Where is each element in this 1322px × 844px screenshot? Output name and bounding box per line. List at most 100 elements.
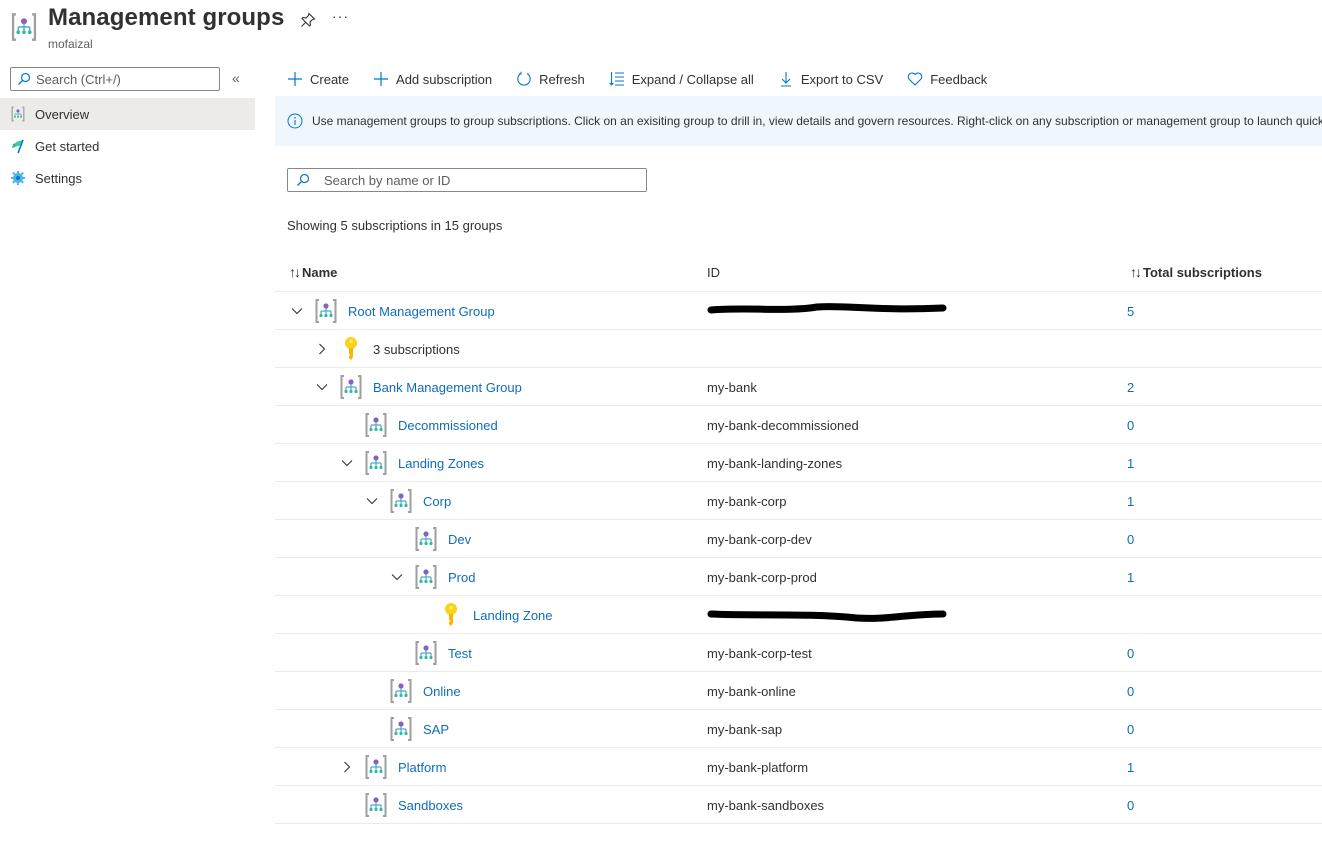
expand-collapse-button[interactable]: Expand / Collapse all [597,62,766,96]
table-header: ↑↓ Name ID ↑↓ Total subscriptions [275,252,1322,292]
table-row[interactable]: Sandboxes my-bank-sandboxes 0 [275,786,1322,824]
management-group-icon [414,640,438,666]
id-cell: my-bank-landing-zones [707,455,843,471]
name-link[interactable]: Sandboxes [398,798,463,813]
name-cell: Root Management Group [289,292,495,330]
sidebar-search-input[interactable] [36,71,216,87]
total-subscriptions-link[interactable]: 0 [1127,710,1134,748]
table-row[interactable]: Bank Management Group my-bank 2 [275,368,1322,406]
result-count: Showing 5 subscriptions in 15 groups [287,218,503,233]
name-link[interactable]: Root Management Group [348,304,495,319]
refresh-label: Refresh [539,71,585,87]
create-button[interactable]: Create [275,62,361,96]
management-group-icon [364,412,388,438]
table-row[interactable]: Corp my-bank-corp 1 [275,482,1322,520]
name-cell: Platform [339,748,446,786]
table-row[interactable]: Landing Zones my-bank-landing-zones 1 [275,444,1322,482]
download-icon [780,72,791,87]
sidebar: « Overview Get started [0,62,255,844]
name-link[interactable]: Bank Management Group [373,380,522,395]
chevron-down-icon[interactable] [314,379,330,395]
name-cell: Corp [364,482,451,520]
name-cell: Bank Management Group [314,368,522,406]
collapse-sidebar-button[interactable]: « [232,70,240,86]
search-icon [296,173,310,187]
total-subscriptions-link[interactable]: 1 [1127,482,1134,520]
name-link[interactable]: Corp [423,494,451,509]
chevron-down-icon[interactable] [339,455,355,471]
name-link[interactable]: Test [448,646,472,661]
chevron-down-icon[interactable] [389,569,405,585]
name-link[interactable]: Landing Zone [473,608,553,623]
table-row[interactable]: Test my-bank-corp-test 0 [275,634,1322,672]
sort-icon: ↑↓ [1130,264,1142,280]
name-link[interactable]: Landing Zones [398,456,484,471]
info-icon [287,113,303,129]
sidebar-search[interactable] [10,67,220,91]
page-subtitle: mofaizal [48,37,93,51]
sidebar-item-settings[interactable]: Settings [0,162,255,194]
id-cell: my-bank-decommissioned [707,417,859,433]
refresh-button[interactable]: Refresh [504,62,597,96]
table-row[interactable]: Root Management Group 5 [275,292,1322,330]
chevron-down-icon[interactable] [364,493,380,509]
name-link[interactable]: Platform [398,760,446,775]
total-subscriptions-link[interactable]: 5 [1127,292,1134,330]
table-row[interactable]: Dev my-bank-corp-dev 0 [275,520,1322,558]
id-cell: my-bank-sandboxes [707,797,825,813]
column-header-total-subscriptions[interactable]: ↑↓ Total subscriptions [1130,252,1262,292]
total-subscriptions-link[interactable]: 2 [1127,368,1134,406]
chevron-down-icon[interactable] [289,303,305,319]
name-link[interactable]: SAP [423,722,449,737]
table-row[interactable]: SAP my-bank-sap 0 [275,710,1322,748]
id-cell: my-bank [707,379,757,395]
table-row[interactable]: Platform my-bank-platform 1 [275,748,1322,786]
group-search[interactable] [287,168,647,192]
total-subscriptions-link[interactable]: 1 [1127,444,1134,482]
name-link[interactable]: Dev [448,532,471,547]
total-subscriptions-link[interactable]: 1 [1127,748,1134,786]
id-cell: my-bank-online [707,683,796,699]
sidebar-item-label: Overview [35,106,90,122]
page-header: Management groups mofaizal ··· [0,0,1322,60]
name-cell: Landing Zones [339,444,484,482]
total-subscriptions-link[interactable]: 0 [1127,672,1134,710]
subscription-key-icon [439,602,463,628]
pin-icon[interactable] [300,12,316,28]
chevron-right-icon[interactable] [314,341,330,357]
group-search-input[interactable] [324,172,634,188]
management-group-icon [364,792,388,818]
total-subscriptions-link[interactable]: 0 [1127,406,1134,444]
subscription-key-icon [339,336,363,362]
table-row[interactable]: 3 subscriptions [275,330,1322,368]
export-csv-button[interactable]: Export to CSV [766,62,895,96]
id-cell: my-bank-corp [707,493,787,509]
plus-icon [374,72,389,86]
chevron-right-icon[interactable] [339,759,355,775]
table-body: Root Management Group 5 3 subscriptions Ban… [275,292,1322,824]
heart-icon [907,72,923,86]
add-subscription-label: Add subscription [396,71,493,87]
add-subscription-button[interactable]: Add subscription [361,62,504,96]
total-subscriptions-link[interactable]: 1 [1127,558,1134,596]
more-options-button[interactable]: ··· [332,8,349,24]
name-link[interactable]: Online [423,684,461,699]
column-label: Name [302,264,338,280]
name-link[interactable]: Prod [448,570,475,585]
table-row[interactable]: Decommissioned my-bank-decommissioned 0 [275,406,1322,444]
total-subscriptions-link[interactable]: 0 [1127,786,1134,824]
table-row[interactable]: Prod my-bank-corp-prod 1 [275,558,1322,596]
management-group-icon [414,564,438,590]
sidebar-item-overview[interactable]: Overview [0,98,255,130]
table-row[interactable]: Online my-bank-online 0 [275,672,1322,710]
export-csv-label: Export to CSV [800,71,884,87]
sidebar-item-get-started[interactable]: Get started [0,130,255,162]
name-link[interactable]: Decommissioned [398,418,498,433]
column-header-name[interactable]: ↑↓ Name [289,252,337,292]
total-subscriptions-link[interactable]: 0 [1127,520,1134,558]
info-banner: Use management groups to group subscript… [275,96,1322,146]
feedback-button[interactable]: Feedback [895,62,999,96]
table-row[interactable]: Landing Zone [275,596,1322,634]
total-subscriptions-link[interactable]: 0 [1127,634,1134,672]
id-cell: my-bank-sap [707,721,783,737]
